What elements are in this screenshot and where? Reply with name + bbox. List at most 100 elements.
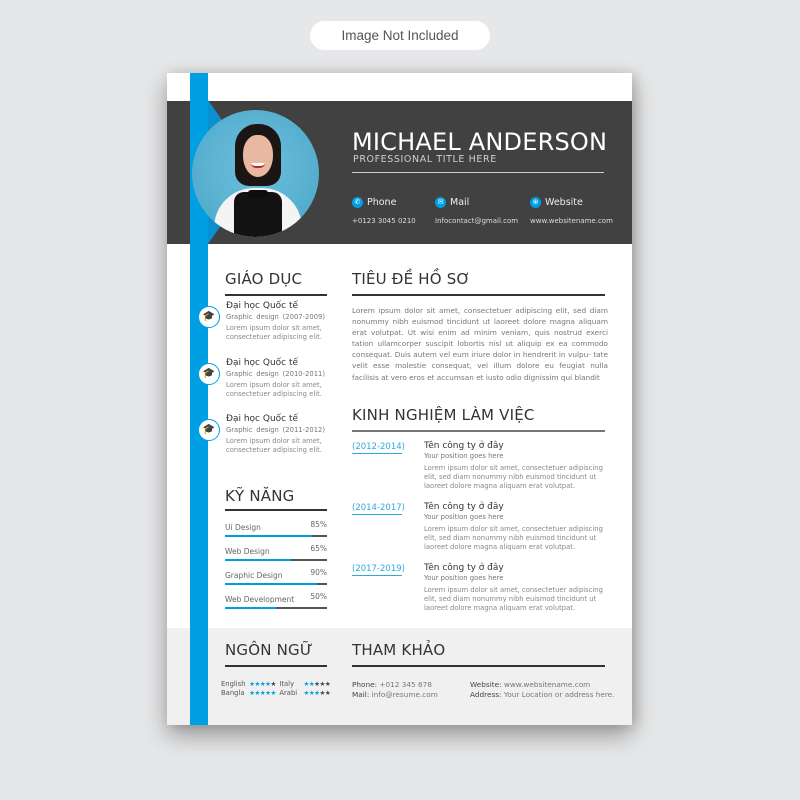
website-label: Website: bbox=[470, 680, 502, 689]
graduation-cap-icon: 🎓 bbox=[198, 419, 220, 441]
candidate-name: MICHAEL ANDERSON bbox=[352, 128, 608, 156]
skill-percent: 90% bbox=[310, 568, 327, 577]
job-description: Lorem ipsum dolor sit amet, consectetuer… bbox=[424, 586, 603, 612]
contact-website: ⊕ Website www.websitename.com bbox=[530, 192, 613, 225]
years: (2011-2012) bbox=[282, 426, 325, 434]
language-rating: ★★★★★ bbox=[304, 680, 331, 688]
field2: design bbox=[256, 313, 279, 321]
skill-item: Web Development 50% bbox=[225, 592, 327, 609]
years: (2007-2009) bbox=[282, 313, 325, 321]
star-icon: ★ bbox=[270, 680, 276, 688]
language-name: Bangla bbox=[221, 689, 245, 697]
reference-contact: Phone: +012 345 678 Mail: info@resume.co… bbox=[352, 680, 438, 699]
professional-title: PROFESSIONAL TITLE HERE bbox=[353, 154, 497, 165]
company-name: Tên công ty ở đây bbox=[424, 502, 504, 512]
skill-item: Ui Design 85% bbox=[225, 520, 327, 537]
skill-bar-track bbox=[225, 607, 327, 609]
skill-bar-fill bbox=[225, 535, 312, 537]
education-desc: Lorem ipsum dolor sit amet, consectetuer… bbox=[226, 381, 322, 398]
school-name: Đại học Quốc tế bbox=[226, 301, 299, 311]
address-label: Address: bbox=[470, 689, 502, 699]
reference-divider bbox=[352, 665, 605, 667]
experience-heading: KINH NGHIỆM LÀM VIỆC bbox=[352, 406, 535, 424]
skill-percent: 85% bbox=[310, 520, 327, 529]
skill-bar-fill bbox=[225, 583, 317, 585]
skill-bar-track bbox=[225, 583, 327, 585]
language-name: English bbox=[221, 680, 246, 688]
years: (2010-2011) bbox=[282, 370, 325, 378]
profile-photo bbox=[192, 110, 319, 237]
skill-percent: 65% bbox=[310, 544, 327, 553]
languages-divider bbox=[225, 665, 327, 667]
education-desc: Lorem ipsum dolor sit amet, consectetuer… bbox=[226, 437, 322, 454]
job-period: (2017-2019) bbox=[352, 564, 405, 576]
profile-text: Lorem ipsum dolor sit amet, consectetuer… bbox=[352, 306, 608, 382]
contact-value: +0123 3045 0210 bbox=[352, 217, 416, 225]
field: Graphic bbox=[226, 313, 253, 321]
profile-heading: TIÊU ĐỀ HỒ SƠ bbox=[352, 270, 471, 288]
reference-website: www.websitename.com bbox=[503, 680, 591, 689]
language-row: English ★★★★★ Italy ★★★★★ bbox=[221, 680, 331, 688]
language-name: Italy bbox=[279, 680, 295, 688]
skill-bar-fill bbox=[225, 559, 292, 561]
reference-heading: THAM KHẢO bbox=[352, 641, 446, 659]
resume-page: MICHAEL ANDERSON PROFESSIONAL TITLE HERE… bbox=[167, 73, 632, 725]
skill-item: Web Design 65% bbox=[225, 544, 327, 561]
header-divider bbox=[352, 172, 604, 173]
contact-value: www.websitename.com bbox=[530, 217, 613, 225]
graduation-cap-icon: 🎓 bbox=[198, 306, 220, 328]
language-name: Arabi bbox=[279, 689, 298, 697]
skill-item: Graphic Design 90% bbox=[225, 568, 327, 585]
contact-phone: ✆ Phone +0123 3045 0210 bbox=[352, 192, 416, 225]
language-rating: ★★★★★ bbox=[304, 689, 331, 697]
skill-percent: 50% bbox=[310, 592, 327, 601]
job-position: Your position goes here bbox=[424, 513, 504, 521]
company-name: Tên công ty ở đây bbox=[424, 441, 504, 451]
star-icon: ★ bbox=[324, 680, 331, 688]
education-desc: Lorem ipsum dolor sit amet, consectetuer… bbox=[226, 324, 322, 341]
skill-bar-fill bbox=[225, 607, 276, 609]
profile-divider bbox=[352, 294, 605, 296]
field: Graphic bbox=[226, 370, 253, 378]
company-name: Tên công ty ở đây bbox=[424, 563, 504, 573]
skill-bar-track bbox=[225, 535, 327, 537]
experience-divider bbox=[352, 430, 605, 432]
job-description: Lorem ipsum dolor sit amet, consectetuer… bbox=[424, 464, 603, 490]
phone-label: Phone: bbox=[352, 680, 378, 689]
school-name: Đại học Quốc tế bbox=[226, 414, 299, 424]
star-icon: ★ bbox=[270, 689, 276, 697]
mail-label: Mail: bbox=[352, 689, 370, 699]
education-heading: GIÁO DỤC bbox=[225, 270, 303, 288]
job-description: Lorem ipsum dolor sit amet, consectetuer… bbox=[424, 525, 603, 551]
language-row: Bangla ★★★★★ Arabi ★★★★★ bbox=[221, 689, 331, 697]
reference-mail: info@resume.com bbox=[371, 689, 438, 699]
job-position: Your position goes here bbox=[424, 452, 504, 460]
education-divider bbox=[225, 294, 327, 296]
job-position: Your position goes here bbox=[424, 574, 504, 582]
contact-label: Phone bbox=[367, 197, 397, 208]
star-icon: ★ bbox=[324, 689, 331, 697]
contact-value: Infocontact@gmail.com bbox=[435, 217, 519, 225]
skills-heading: KỸ NĂNG bbox=[225, 487, 295, 505]
contact-label: Mail bbox=[450, 197, 470, 208]
globe-icon: ⊕ bbox=[530, 197, 541, 208]
field: Graphic bbox=[226, 426, 253, 434]
image-not-included-badge: Image Not Included bbox=[310, 21, 490, 50]
language-rating: ★★★★★ bbox=[249, 689, 277, 697]
job-period: (2014-2017) bbox=[352, 503, 405, 515]
graduation-cap-icon: 🎓 bbox=[198, 363, 220, 385]
field2: design bbox=[256, 370, 279, 378]
skill-bar-track bbox=[225, 559, 327, 561]
school-name: Đại học Quốc tế bbox=[226, 358, 299, 368]
languages-heading: NGÔN NGỮ bbox=[225, 641, 313, 659]
job-period: (2012-2014) bbox=[352, 442, 405, 454]
contact-mail: ✉ Mail Infocontact@gmail.com bbox=[435, 192, 518, 225]
contact-label: Website bbox=[545, 197, 583, 208]
field2: design bbox=[256, 426, 279, 434]
mail-icon: ✉ bbox=[435, 197, 446, 208]
language-rating: ★★★★★ bbox=[249, 680, 277, 688]
reference-phone: +012 345 678 bbox=[379, 680, 432, 689]
reference-details: Website: www.websitename.com Address: Yo… bbox=[470, 680, 614, 699]
phone-icon: ✆ bbox=[352, 197, 363, 208]
reference-address: Your Location or address here. bbox=[503, 689, 615, 699]
